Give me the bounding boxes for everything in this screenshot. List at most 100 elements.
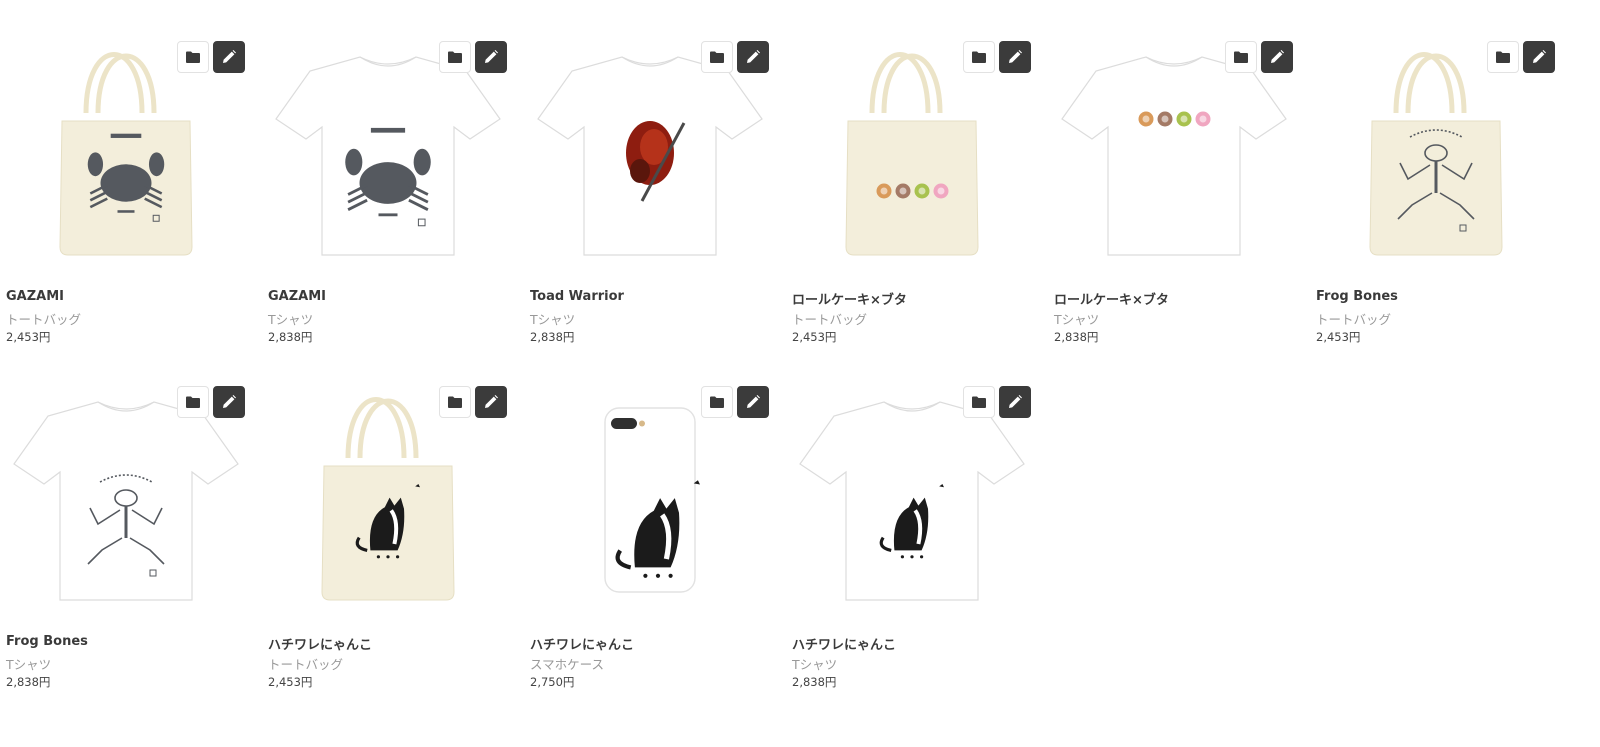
folder-button[interactable] — [963, 41, 995, 73]
product-thumbnail[interactable] — [530, 386, 770, 616]
product-thumbnail[interactable] — [268, 386, 508, 616]
product-card[interactable]: ハチワレにゃんこ トートバッグ 2,453円 — [268, 386, 530, 731]
product-type: トートバッグ — [6, 312, 82, 327]
product-card[interactable]: ハチワレにゃんこ スマホケース 2,750円 — [530, 386, 792, 731]
product-type: トートバッグ — [1316, 312, 1392, 327]
pencil-icon — [485, 395, 498, 408]
product-type: トートバッグ — [268, 657, 344, 672]
folder-button[interactable] — [177, 41, 209, 73]
pencil-icon — [747, 50, 760, 63]
folder-button[interactable] — [1487, 41, 1519, 73]
product-card[interactable]: GAZAMI トートバッグ 2,453円 — [6, 41, 268, 386]
product-type: トートバッグ — [792, 312, 868, 327]
product-type: Tシャツ — [792, 657, 838, 672]
tote-mockup — [1369, 52, 1503, 256]
folder-button[interactable] — [439, 41, 471, 73]
product-type: Tシャツ — [1054, 312, 1100, 327]
folder-icon — [710, 396, 724, 408]
product-thumbnail[interactable] — [6, 386, 246, 616]
edit-button[interactable] — [737, 41, 769, 73]
folder-icon — [972, 51, 986, 63]
tote-mockup — [321, 397, 455, 601]
product-thumbnail[interactable] — [1054, 41, 1294, 271]
folder-icon — [972, 396, 986, 408]
product-card[interactable]: Toad Warrior Tシャツ 2,838円 — [530, 41, 792, 386]
product-grid: GAZAMI トートバッグ 2,453円 GAZAMI Tシャツ 2,838円 … — [6, 41, 1578, 731]
folder-button[interactable] — [963, 386, 995, 418]
product-price: 2,453円 — [1316, 330, 1361, 344]
product-title[interactable]: Frog Bones — [1316, 289, 1398, 304]
folder-icon — [1234, 51, 1248, 63]
product-thumbnail[interactable] — [792, 41, 1032, 271]
tshirt-mockup — [275, 56, 501, 256]
product-title[interactable]: Frog Bones — [6, 634, 88, 649]
tote-mockup — [59, 52, 193, 256]
card-actions — [701, 386, 769, 418]
card-actions — [963, 386, 1031, 418]
edit-button[interactable] — [213, 386, 245, 418]
folder-button[interactable] — [439, 386, 471, 418]
folder-icon — [1496, 51, 1510, 63]
folder-button[interactable] — [701, 41, 733, 73]
product-type: Tシャツ — [530, 312, 576, 327]
product-card[interactable]: GAZAMI Tシャツ 2,838円 — [268, 41, 530, 386]
product-card[interactable]: ハチワレにゃんこ Tシャツ 2,838円 — [792, 386, 1054, 731]
product-title[interactable]: GAZAMI — [268, 289, 326, 304]
edit-button[interactable] — [737, 386, 769, 418]
product-price: 2,838円 — [1054, 330, 1099, 344]
product-card[interactable]: ロールケーキ×ブタ Tシャツ 2,838円 — [1054, 41, 1316, 386]
product-thumbnail[interactable] — [6, 41, 246, 271]
edit-button[interactable] — [1261, 41, 1293, 73]
product-title[interactable]: ハチワレにゃんこ — [268, 634, 372, 653]
pencil-icon — [223, 50, 236, 63]
card-actions — [439, 41, 507, 73]
folder-button[interactable] — [177, 386, 209, 418]
edit-button[interactable] — [1523, 41, 1555, 73]
product-title[interactable]: ハチワレにゃんこ — [792, 634, 896, 653]
folder-button[interactable] — [701, 386, 733, 418]
product-type: Tシャツ — [268, 312, 314, 327]
product-card[interactable]: Frog Bones トートバッグ 2,453円 — [1316, 41, 1578, 386]
product-thumbnail[interactable] — [1316, 41, 1556, 271]
product-title[interactable]: ロールケーキ×ブタ — [1054, 289, 1169, 308]
product-title[interactable]: Toad Warrior — [530, 289, 624, 304]
card-actions — [1225, 41, 1293, 73]
edit-button[interactable] — [999, 386, 1031, 418]
product-thumbnail[interactable] — [792, 386, 1032, 616]
phone-mockup — [604, 407, 700, 593]
card-actions — [177, 386, 245, 418]
card-actions — [439, 386, 507, 418]
product-title[interactable]: ハチワレにゃんこ — [530, 634, 634, 653]
edit-button[interactable] — [213, 41, 245, 73]
card-actions — [963, 41, 1031, 73]
edit-button[interactable] — [475, 386, 507, 418]
pencil-icon — [223, 395, 236, 408]
tshirt-mockup — [13, 401, 239, 601]
pencil-icon — [1533, 50, 1546, 63]
product-type: スマホケース — [530, 657, 605, 672]
folder-button[interactable] — [1225, 41, 1257, 73]
folder-icon — [186, 51, 200, 63]
product-price: 2,838円 — [530, 330, 575, 344]
product-price: 2,838円 — [792, 675, 837, 689]
folder-icon — [448, 51, 462, 63]
tshirt-mockup — [799, 401, 1025, 601]
pencil-icon — [485, 50, 498, 63]
product-price: 2,453円 — [6, 330, 51, 344]
product-thumbnail[interactable] — [268, 41, 508, 271]
product-card[interactable]: ロールケーキ×ブタ トートバッグ 2,453円 — [792, 41, 1054, 386]
card-actions — [701, 41, 769, 73]
product-title[interactable]: GAZAMI — [6, 289, 64, 304]
product-price: 2,838円 — [6, 675, 51, 689]
folder-icon — [710, 51, 724, 63]
tshirt-mockup — [537, 56, 763, 256]
product-card[interactable]: Frog Bones Tシャツ 2,838円 — [6, 386, 268, 731]
tshirt-mockup — [1061, 56, 1287, 256]
edit-button[interactable] — [999, 41, 1031, 73]
card-actions — [1487, 41, 1555, 73]
pencil-icon — [1271, 50, 1284, 63]
card-actions — [177, 41, 245, 73]
product-thumbnail[interactable] — [530, 41, 770, 271]
edit-button[interactable] — [475, 41, 507, 73]
product-title[interactable]: ロールケーキ×ブタ — [792, 289, 907, 308]
